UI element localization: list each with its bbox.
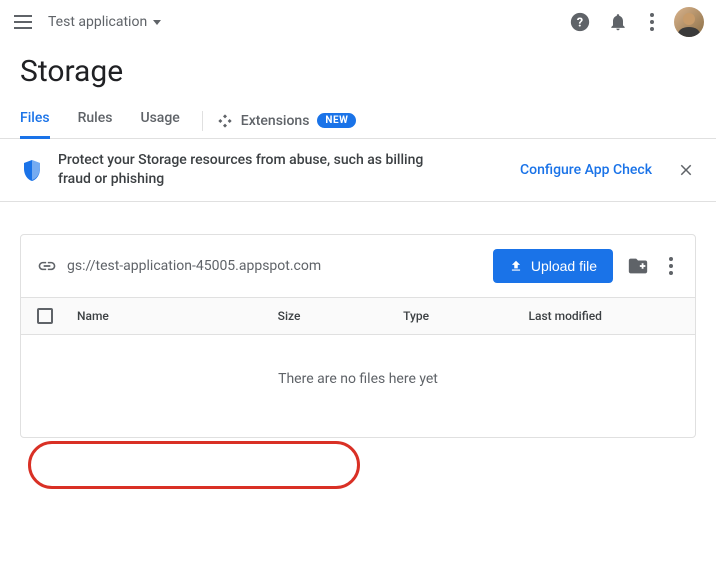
tab-extensions-label: Extensions [241,113,310,129]
files-panel: gs://test-application-45005.appspot.com … [20,234,696,438]
banner-text: Protect your Storage resources from abus… [58,151,438,189]
svg-text:?: ? [577,16,583,31]
empty-state-message: There are no files here yet [21,335,695,437]
shield-icon [20,158,44,182]
link-icon [37,256,57,276]
header-name[interactable]: Name [77,309,278,323]
project-selector[interactable]: Test application [48,14,161,30]
notifications-icon[interactable] [606,10,630,34]
configure-app-check-button[interactable]: Configure App Check [520,162,652,178]
header-size[interactable]: Size [278,309,403,323]
bucket-path[interactable]: gs://test-application-45005.appspot.com [67,258,483,274]
avatar[interactable] [674,7,704,37]
upload-file-button[interactable]: Upload file [493,249,613,283]
header-modified[interactable]: Last modified [529,309,680,323]
project-name: Test application [48,14,147,30]
select-all-checkbox[interactable] [37,308,53,324]
menu-icon[interactable] [14,10,38,34]
upload-icon [509,259,523,273]
help-icon[interactable]: ? [568,10,592,34]
panel-overflow-menu[interactable] [663,253,679,279]
tabs: Files Rules Usage Extensions NEW [0,103,716,139]
table-header: Name Size Type Last modified [21,297,695,335]
header-type[interactable]: Type [403,309,528,323]
tab-usage[interactable]: Usage [140,103,179,139]
tab-rules[interactable]: Rules [78,103,113,139]
new-folder-button[interactable] [623,253,653,279]
tab-extensions[interactable]: Extensions NEW [217,113,357,129]
new-badge: NEW [317,113,356,128]
close-icon[interactable] [676,160,696,180]
extensions-icon [217,113,233,129]
overflow-menu-icon[interactable] [644,9,660,35]
annotation-circle [28,441,360,489]
chevron-down-icon [153,20,161,25]
app-check-banner: Protect your Storage resources from abus… [0,139,716,202]
page-title: Storage [0,44,716,103]
tab-files[interactable]: Files [20,103,50,139]
upload-label: Upload file [531,258,597,274]
